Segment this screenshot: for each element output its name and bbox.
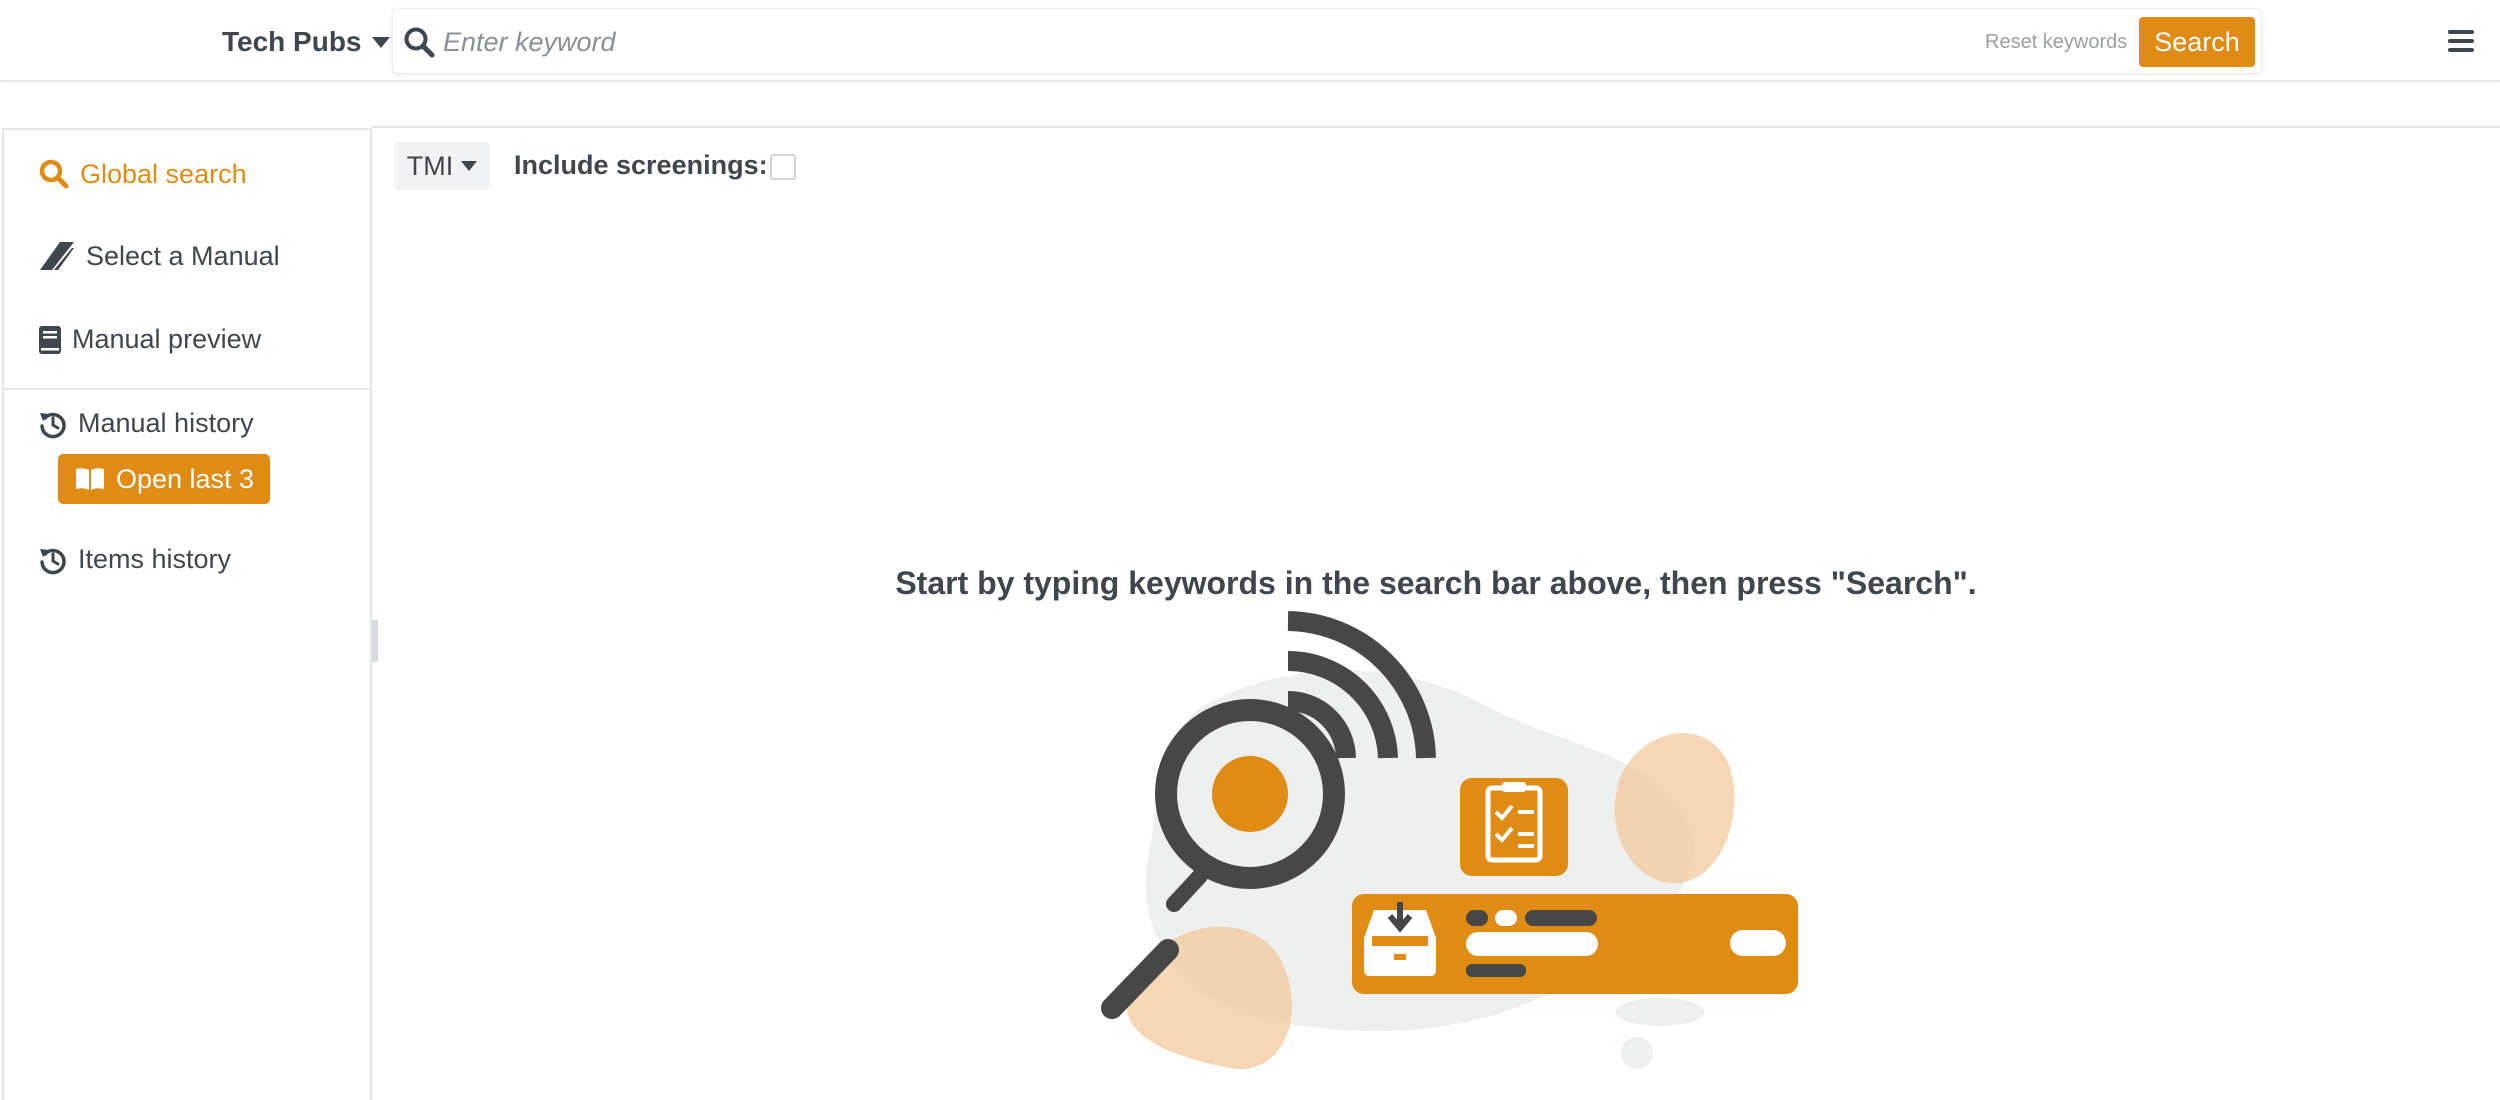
sidebar-item-items-history[interactable]: Items history — [38, 544, 231, 575]
include-screenings-label: Include screenings: — [514, 150, 768, 180]
clipboard-checklist-icon — [1460, 778, 1568, 876]
history-icon — [40, 548, 66, 574]
search-illustration — [1101, 611, 1798, 1070]
search-button[interactable]: Search — [2139, 17, 2255, 67]
sidebar: Global search Select a Manual Manual pre… — [2, 128, 372, 1100]
accent-blob — [1126, 926, 1292, 1070]
hamburger-menu-icon[interactable] — [2446, 26, 2476, 56]
search-input[interactable] — [443, 19, 1863, 65]
fighter-jet-icon — [40, 242, 74, 270]
sidebar-resize-handle[interactable] — [372, 620, 378, 662]
brand-label: Tech Pubs — [222, 26, 362, 57]
open-last-3-button[interactable]: Open last 3 — [58, 454, 270, 504]
sidebar-item-manual-preview[interactable]: Manual preview — [38, 324, 261, 355]
search-icon — [404, 27, 435, 58]
book-icon — [39, 325, 61, 354]
top-bar: Tech Pubs Reset keywords Search — [0, 0, 2500, 82]
background-blob — [1621, 1037, 1653, 1069]
tmi-filter-dropdown[interactable]: TMI — [394, 142, 490, 190]
sidebar-item-label: Global search — [80, 158, 247, 189]
caret-down-icon — [461, 161, 478, 171]
inbox-download-icon — [1364, 902, 1436, 976]
sidebar-item-select-manual[interactable]: Select a Manual — [38, 240, 280, 272]
sidebar-item-label: Items history — [78, 544, 232, 574]
result-card-illustration — [1352, 894, 1798, 994]
history-icon — [40, 412, 66, 438]
caret-down-icon — [371, 36, 390, 48]
sidebar-item-label: Manual preview — [72, 324, 262, 354]
include-screenings-checkbox[interactable] — [770, 154, 796, 180]
empty-state-message: Start by typing keywords in the search b… — [895, 565, 1977, 601]
sidebar-item-label: Manual history — [78, 408, 254, 438]
sidebar-item-global-search[interactable]: Global search — [38, 158, 247, 190]
background-blob — [1616, 998, 1704, 1026]
open-last-label: Open last 3 — [115, 463, 255, 494]
reset-keywords-link[interactable]: Reset keywords — [1985, 9, 2127, 75]
search-bar: Reset keywords Search — [392, 8, 2262, 74]
search-icon — [39, 159, 69, 189]
sidebar-divider — [4, 388, 370, 390]
accent-blob — [1614, 733, 1735, 884]
brand-dropdown[interactable]: Tech Pubs — [222, 24, 390, 60]
content-divider — [372, 126, 2500, 128]
filter-label: TMI — [406, 150, 454, 181]
sidebar-item-manual-history[interactable]: Manual history — [38, 408, 254, 439]
sidebar-item-label: Select a Manual — [86, 240, 280, 271]
open-book-icon — [75, 468, 104, 490]
